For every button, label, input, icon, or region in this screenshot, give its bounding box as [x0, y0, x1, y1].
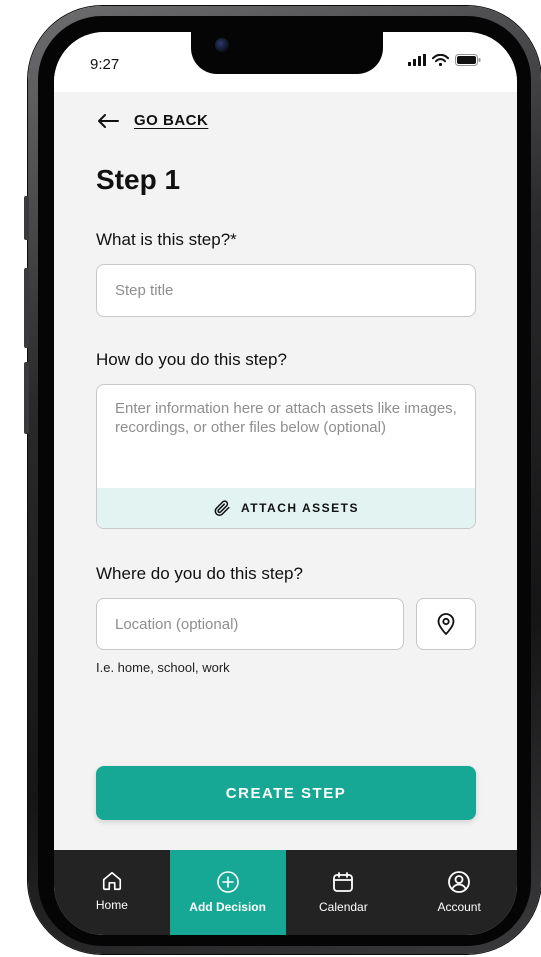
bottom-nav: Home Add Decision Calendar Account	[54, 850, 517, 935]
phone-screen: 9:27 GO BACK Step 1 What is this step?* …	[54, 32, 517, 935]
account-icon	[448, 871, 471, 893]
nav-item-account[interactable]: Account	[401, 850, 517, 935]
map-pin-icon	[437, 613, 455, 635]
front-camera	[215, 38, 229, 52]
battery-icon	[455, 54, 481, 66]
nav-item-calendar[interactable]: Calendar	[286, 850, 402, 935]
nav-label-add-decision: Add Decision	[189, 900, 266, 914]
phone-side-button-volume-up	[24, 268, 29, 348]
step-location-label: Where do you do this step?	[96, 564, 303, 583]
stage: 9:27 GO BACK Step 1 What is this step?* …	[0, 0, 541, 957]
location-helper-text: I.e. home, school, work	[96, 660, 230, 675]
create-step-button[interactable]: CREATE STEP	[96, 766, 476, 820]
nav-item-home[interactable]: Home	[54, 850, 170, 935]
step-description-box: ATTACH ASSETS	[96, 384, 476, 529]
nav-label-account: Account	[437, 900, 481, 914]
wifi-icon	[432, 54, 449, 66]
calendar-icon	[333, 872, 354, 892]
status-time: 9:27	[90, 56, 120, 73]
status-icons	[408, 54, 481, 66]
step-description-label: How do you do this step?	[96, 350, 287, 369]
nav-label-calendar: Calendar	[319, 900, 368, 914]
nav-item-add-decision[interactable]: Add Decision	[169, 850, 286, 935]
signal-icon	[408, 54, 426, 66]
step-description-textarea[interactable]	[97, 385, 475, 488]
go-back-label: GO BACK	[134, 112, 209, 129]
location-pin-button[interactable]	[416, 598, 476, 650]
paperclip-icon	[214, 500, 230, 516]
nav-label-home: Home	[95, 898, 128, 912]
home-icon	[102, 871, 121, 891]
plus-circle-icon	[216, 871, 239, 893]
attach-assets-button[interactable]: ATTACH ASSETS	[97, 488, 475, 528]
attach-assets-label: ATTACH ASSETS	[241, 501, 359, 515]
page-title: Step 1	[96, 164, 181, 195]
phone-side-button-silent	[24, 196, 29, 240]
step-title-label: What is this step?*	[96, 230, 237, 249]
phone-side-button-volume-down	[24, 362, 29, 434]
status-bar: 9:27	[54, 32, 517, 92]
step-title-input[interactable]	[96, 264, 476, 317]
location-input[interactable]	[96, 598, 404, 650]
go-back-link[interactable]: GO BACK	[96, 112, 208, 129]
notch	[191, 32, 383, 74]
arrow-left-icon	[98, 113, 119, 128]
